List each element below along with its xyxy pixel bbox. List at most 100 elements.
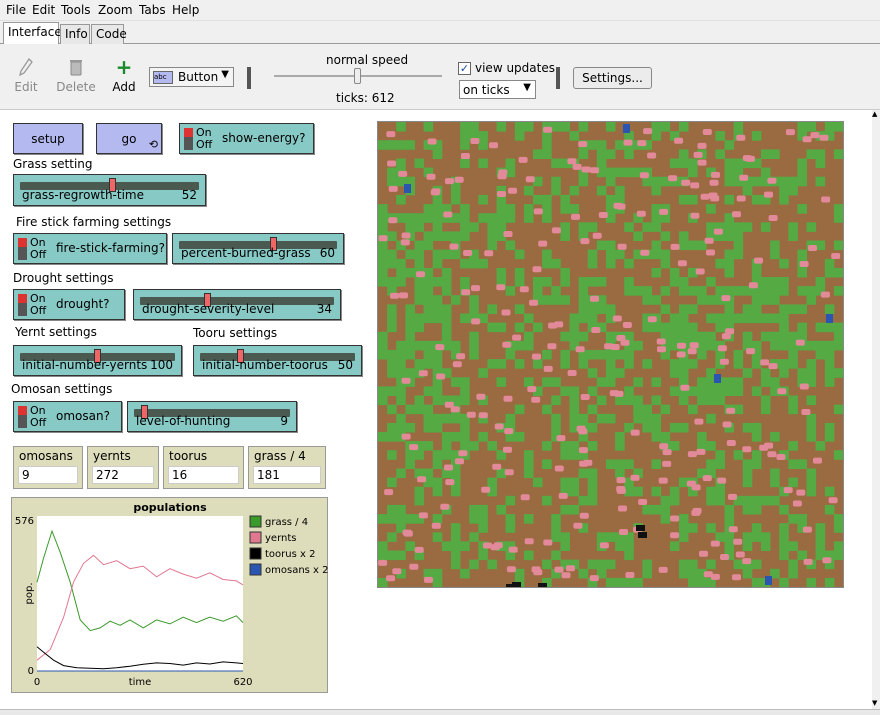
- grass-patch: [450, 213, 461, 223]
- grass-patch: [824, 340, 835, 351]
- widget-type-dropdown[interactable]: abc Button ▼: [149, 67, 234, 87]
- grass-patch: [715, 258, 725, 269]
- grass-patch: [496, 122, 507, 132]
- yernt-agent: [700, 193, 710, 200]
- grass-patch: [378, 213, 388, 223]
- grass-patch: [542, 404, 552, 415]
- grass-patch: [742, 568, 753, 579]
- grass-patch: [387, 504, 397, 515]
- yernt-agent: [638, 499, 648, 505]
- menu-file[interactable]: File: [6, 3, 26, 17]
- menu-tools[interactable]: Tools: [61, 3, 91, 17]
- show-energy-switch[interactable]: On Off show-energy?: [179, 123, 314, 154]
- grass-patch: [596, 559, 607, 570]
- settings-button[interactable]: Settings...: [573, 67, 652, 89]
- grass-patch: [669, 422, 680, 433]
- update-mode-dropdown[interactable]: on ticks ▼: [459, 80, 536, 99]
- level-of-hunting-slider[interactable]: level-of-hunting 9: [127, 401, 297, 432]
- setup-button[interactable]: setup: [13, 123, 83, 154]
- vertical-scrollbar[interactable]: ▲ ▼: [872, 110, 880, 709]
- grass-patch: [587, 486, 598, 497]
- grass-patch: [560, 204, 570, 214]
- grass-patch: [642, 404, 652, 415]
- menu-tabs[interactable]: Tabs: [139, 3, 166, 17]
- grass-patch: [378, 514, 388, 524]
- yernt-agent: [390, 292, 399, 299]
- delete-button[interactable]: Delete: [56, 58, 96, 94]
- grass-patch: [387, 422, 397, 433]
- grass-patch: [441, 331, 452, 342]
- yernt-agent: [401, 377, 411, 384]
- grass-patch: [487, 240, 497, 251]
- grass-regrowth-slider[interactable]: grass-regrowth-time 52: [13, 174, 206, 206]
- edit-button[interactable]: Edit: [6, 57, 46, 94]
- grass-patch: [624, 222, 634, 232]
- world-view[interactable]: [377, 121, 844, 590]
- yernt-agent: [657, 346, 666, 353]
- grass-patch: [833, 550, 844, 561]
- grass-patch: [569, 185, 580, 196]
- show-energy-label: show-energy?: [222, 131, 306, 145]
- grass-patch: [797, 158, 807, 169]
- grass-patch: [833, 267, 844, 278]
- grass-patch: [450, 377, 461, 387]
- grass-patch: [560, 359, 570, 369]
- drought-severity-slider[interactable]: drought-severity-level 34: [133, 289, 341, 320]
- grass-patch: [460, 158, 470, 169]
- grass-patch: [523, 450, 534, 460]
- menu-edit[interactable]: Edit: [32, 3, 55, 17]
- menu-zoom[interactable]: Zoom: [98, 3, 133, 17]
- yernt-agent: [575, 346, 585, 353]
- grass-patch: [423, 422, 434, 433]
- grass-patch: [733, 349, 744, 360]
- yernt-agent: [767, 177, 777, 184]
- grass-patch: [815, 176, 826, 187]
- tab-interface[interactable]: Interface: [3, 22, 62, 45]
- grass-patch: [414, 158, 425, 169]
- scroll-up-icon[interactable]: ▲: [872, 110, 877, 118]
- grass-patch: [824, 322, 835, 333]
- fire-stick-farming-switch[interactable]: On Off fire-stick-farming?: [13, 233, 167, 264]
- scroll-down-icon[interactable]: ▼: [872, 699, 877, 707]
- grass-patch: [569, 504, 580, 515]
- omosan-switch[interactable]: On Off omosan?: [13, 401, 122, 432]
- yernt-agent: [726, 440, 736, 446]
- speed-slider-thumb[interactable]: [354, 68, 361, 84]
- grass-patch: [660, 122, 671, 132]
- grass-patch: [797, 514, 807, 524]
- grass-patch: [688, 386, 698, 396]
- grass-patch: [760, 286, 771, 296]
- slider-value: 34: [316, 302, 332, 316]
- yernt-agent: [471, 318, 481, 325]
- grass-patch: [496, 213, 507, 223]
- menu-help[interactable]: Help: [172, 3, 199, 17]
- grass-patch: [596, 395, 607, 406]
- grass-patch: [405, 140, 415, 150]
- grass-patch: [514, 122, 525, 132]
- grass-patch: [560, 231, 570, 241]
- tab-info[interactable]: Info: [60, 24, 90, 44]
- initial-yernts-slider[interactable]: initial-number-yernts 100: [13, 345, 182, 376]
- grass-patch: [542, 149, 552, 159]
- grass-patch: [697, 295, 707, 305]
- initial-toorus-slider[interactable]: initial-number-toorus 50: [193, 345, 362, 376]
- add-button[interactable]: + Add: [104, 57, 144, 94]
- grass-patch: [414, 404, 425, 415]
- grass-patch: [450, 486, 461, 497]
- grass-patch: [688, 404, 698, 415]
- grass-patch: [678, 231, 689, 241]
- percent-burned-slider[interactable]: percent-burned-grass 60: [172, 233, 344, 264]
- yernt-agent: [388, 185, 398, 192]
- yernt-agent: [696, 448, 706, 455]
- view-updates-checkbox[interactable]: ✓: [458, 62, 471, 75]
- grass-patch: [578, 295, 589, 305]
- grass-patch: [605, 149, 616, 159]
- go-button[interactable]: go ⟲: [96, 123, 162, 154]
- tab-code[interactable]: Code: [91, 24, 127, 44]
- grass-patch: [542, 459, 552, 469]
- grass-patch: [596, 277, 607, 287]
- yernt-agent: [592, 232, 602, 239]
- yernt-agent: [695, 268, 705, 275]
- grass-patch: [779, 550, 789, 561]
- drought-switch[interactable]: On Off drought?: [13, 289, 125, 320]
